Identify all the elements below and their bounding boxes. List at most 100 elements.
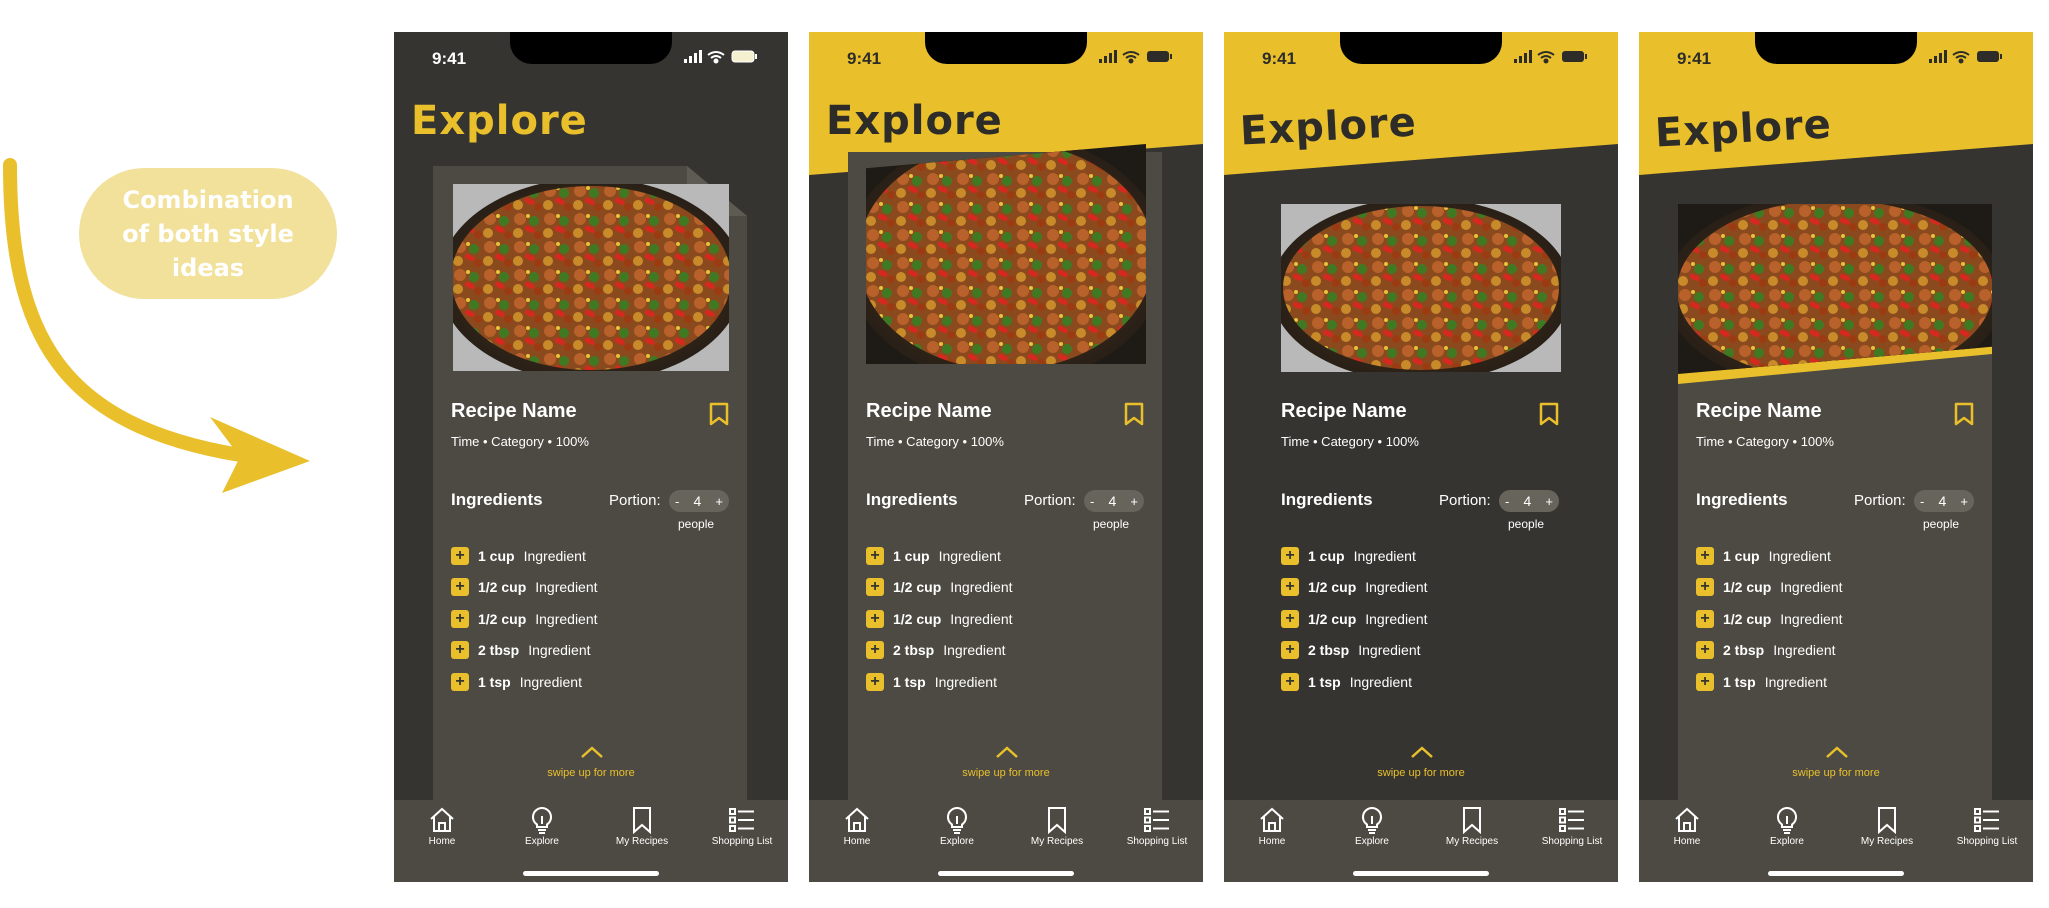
portion-plus-button[interactable]: + <box>1545 494 1553 509</box>
bookmark-icon[interactable] <box>1538 402 1560 426</box>
plus-icon[interactable]: + <box>1696 546 1714 565</box>
plus-icon[interactable]: + <box>866 578 884 597</box>
tab-my-recipes[interactable]: My Recipes <box>1427 806 1517 847</box>
tab-explore[interactable]: Explore <box>497 806 587 847</box>
plus-icon[interactable]: + <box>451 578 469 597</box>
plus-icon[interactable]: + <box>1281 578 1299 597</box>
ingredient-row: +1/2 cup Ingredient <box>451 603 598 635</box>
portion-minus-button[interactable]: - <box>1090 494 1094 509</box>
plus-icon[interactable]: + <box>866 672 884 691</box>
tab-explore[interactable]: Explore <box>1327 806 1417 847</box>
battery-icon <box>1147 51 1172 62</box>
portion-stepper[interactable]: - 4 + <box>1499 490 1559 512</box>
plus-icon[interactable]: + <box>451 546 469 565</box>
tab-my-recipes[interactable]: My Recipes <box>1842 806 1932 847</box>
phone-mockup-1: 9:41 Explore Recipe Name Time • Category… <box>394 32 788 882</box>
tab-shopping-list[interactable]: Shopping List <box>697 806 787 847</box>
chevron-up-icon[interactable] <box>1825 745 1849 759</box>
home-indicator <box>938 871 1074 876</box>
ingredient-list: +1 cup Ingredient +1/2 cup Ingredient +1/2… <box>451 540 598 698</box>
tab-shopping-list[interactable]: Shopping List <box>1942 806 2032 847</box>
tab-bar: Home Explore My Recipes Shopping List <box>394 800 788 882</box>
ingredients-heading: Ingredients <box>1696 490 1788 509</box>
home-icon <box>845 807 869 832</box>
bookmark-icon[interactable] <box>1953 402 1975 426</box>
ingredient-row: +2 tbsp Ingredient <box>1696 635 1843 667</box>
ingredient-name: Ingredient <box>1358 642 1421 659</box>
tab-label: My Recipes <box>1860 836 1914 847</box>
bookmark-icon[interactable] <box>708 402 730 426</box>
list-icon <box>1559 808 1584 832</box>
portion-minus-button[interactable]: - <box>675 494 679 509</box>
tab-explore[interactable]: Explore <box>1742 806 1832 847</box>
ingredient-qty: 1 tsp <box>1308 673 1341 690</box>
home-indicator <box>1768 871 1904 876</box>
portion-label: Portion: <box>1439 492 1491 509</box>
page-title: Explore <box>826 98 1003 144</box>
tab-home[interactable]: Home <box>812 806 902 847</box>
plus-icon[interactable]: + <box>1281 672 1299 691</box>
recipe-meta: Time • Category • 100% <box>866 434 1004 449</box>
portion-stepper[interactable]: - 4 + <box>1084 490 1144 512</box>
ingredients-heading: Ingredients <box>866 490 958 509</box>
bookmark-icon[interactable] <box>1123 402 1145 426</box>
ingredient-name: Ingredient <box>1780 610 1843 627</box>
tab-label: Explore <box>525 836 559 847</box>
plus-icon[interactable]: + <box>451 641 469 660</box>
portion-unit: people <box>1093 517 1130 531</box>
tab-home[interactable]: Home <box>1227 806 1317 847</box>
swipe-hint: swipe up for more <box>1792 767 1880 779</box>
tab-label: Shopping List <box>711 836 773 847</box>
recipe-image <box>866 144 1146 364</box>
portion-minus-button[interactable]: - <box>1920 494 1924 509</box>
phone-mockup-4: 9:41 Explore Recipe Name Time • Category… <box>1639 32 2033 882</box>
plus-icon[interactable]: + <box>451 672 469 691</box>
tab-home[interactable]: Home <box>1642 806 1732 847</box>
tab-home[interactable]: Home <box>397 806 487 847</box>
chevron-up-icon[interactable] <box>995 745 1019 759</box>
tab-shopping-list[interactable]: Shopping List <box>1112 806 1202 847</box>
bookmark-tab-icon <box>1463 807 1481 834</box>
plus-icon[interactable]: + <box>1696 578 1714 597</box>
portion-plus-button[interactable]: + <box>1130 494 1138 509</box>
plus-icon[interactable]: + <box>1696 672 1714 691</box>
portion-minus-button[interactable]: - <box>1505 494 1509 509</box>
portion-plus-button[interactable]: + <box>715 494 723 509</box>
tab-label: Shopping List <box>1956 836 2018 847</box>
ingredients-heading: Ingredients <box>451 490 543 509</box>
recipe-meta: Time • Category • 100% <box>451 434 589 449</box>
tab-shopping-list[interactable]: Shopping List <box>1527 806 1617 847</box>
portion-stepper[interactable]: - 4 + <box>669 490 729 512</box>
portion-stepper[interactable]: - 4 + <box>1914 490 1974 512</box>
tab-explore[interactable]: Explore <box>912 806 1002 847</box>
plus-icon[interactable]: + <box>1696 609 1714 628</box>
portion-unit: people <box>1508 517 1545 531</box>
status-icons <box>1099 50 1172 64</box>
recipe-meta: Time • Category • 100% <box>1696 434 1834 449</box>
chevron-up-icon[interactable] <box>580 745 604 759</box>
list-icon <box>1144 808 1169 832</box>
portion-plus-button[interactable]: + <box>1960 494 1968 509</box>
plus-icon[interactable]: + <box>1696 641 1714 660</box>
ingredient-row: +1/2 cup Ingredient <box>866 603 1013 635</box>
annotation-bubble: Combination of both style ideas <box>79 168 337 299</box>
ingredient-qty: 1 tsp <box>478 673 511 690</box>
plus-icon[interactable]: + <box>1281 546 1299 565</box>
plus-icon[interactable]: + <box>1281 641 1299 660</box>
tab-label: My Recipes <box>1445 836 1499 847</box>
ingredient-row: +1 cup Ingredient <box>1281 540 1428 572</box>
recipe-image <box>453 184 729 371</box>
ingredient-row: +2 tbsp Ingredient <box>1281 635 1428 667</box>
ingredient-row: +1/2 cup Ingredient <box>1696 572 1843 604</box>
status-icons <box>1514 50 1587 64</box>
plus-icon[interactable]: + <box>451 609 469 628</box>
status-icons <box>684 50 757 64</box>
chevron-up-icon[interactable] <box>1410 745 1434 759</box>
plus-icon[interactable]: + <box>1281 609 1299 628</box>
plus-icon[interactable]: + <box>866 609 884 628</box>
plus-icon[interactable]: + <box>866 546 884 565</box>
plus-icon[interactable]: + <box>866 641 884 660</box>
ingredient-qty: 1/2 cup <box>1723 579 1772 596</box>
tab-my-recipes[interactable]: My Recipes <box>597 806 687 847</box>
tab-my-recipes[interactable]: My Recipes <box>1012 806 1102 847</box>
